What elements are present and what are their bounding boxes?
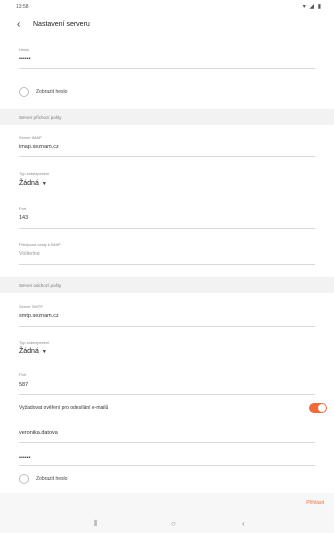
home-icon[interactable]: ○ (171, 519, 176, 528)
outgoing-section-header: Server odchozí pošty (0, 277, 334, 293)
outgoing-security-label: Typ zabezpečení (19, 340, 50, 345)
navigation-bar: ⦀ ○ ‹ (0, 517, 334, 533)
page-title: Nastavení serveru (33, 21, 90, 28)
smtp-auth-label: Vyžadovat ověření pro odesílání e-mailů (19, 405, 109, 411)
smtp-server-field[interactable]: smtp.seznam.cz (19, 313, 59, 319)
password-label: Heslo (19, 47, 30, 52)
checkbox-circle-icon (19, 87, 29, 97)
status-bar: 13:58 ▾ ◢ ▮ (0, 0, 334, 12)
divider (19, 394, 315, 395)
recent-apps-icon[interactable]: ⦀ (94, 519, 98, 529)
incoming-port-field[interactable]: 143 (19, 215, 28, 221)
dropdown-arrow-icon: ▼ (41, 349, 47, 355)
status-icons: ▾ ◢ ▮ (302, 4, 322, 10)
toggle-knob (318, 404, 326, 412)
smtp-server-label: Server SMTP (19, 304, 44, 309)
imap-prefix-field[interactable]: Volitelné (19, 251, 40, 257)
divider (19, 264, 315, 265)
incoming-security-dropdown[interactable]: Žádná ▼ (19, 180, 47, 187)
status-time: 13:58 (16, 4, 29, 10)
divider (19, 228, 315, 229)
imap-server-field[interactable]: imap.seznam.cz (19, 144, 59, 150)
incoming-security-value: Žádná (19, 180, 39, 187)
incoming-security-label: Typ zabezpečení (19, 171, 50, 176)
outgoing-port-field[interactable]: 587 (19, 382, 28, 388)
app-bar: ‹ Nastavení serveru (0, 12, 334, 38)
smtp-auth-toggle[interactable] (309, 403, 327, 413)
sign-in-button[interactable]: Přihlásit (306, 500, 324, 506)
password-field[interactable]: •••••• (19, 56, 31, 62)
smtp-auth-row: Vyžadovat ověření pro odesílání e-mailů (19, 400, 329, 414)
smtp-password-field[interactable]: •••••• (19, 455, 31, 461)
divider (19, 326, 315, 327)
incoming-section-header: Server příchozí pošty (0, 109, 334, 125)
back-arrow-icon[interactable]: ‹ (17, 19, 20, 30)
outgoing-security-dropdown[interactable]: Žádná ▼ (19, 348, 47, 355)
divider (19, 68, 315, 69)
show-smtp-password-label: Zobrazit heslo (36, 476, 68, 482)
outgoing-port-label: Port (19, 372, 27, 377)
show-password-label: Zobrazit heslo (36, 89, 68, 95)
outgoing-security-value: Žádná (19, 348, 39, 355)
incoming-section-title: Server příchozí pošty (19, 115, 62, 120)
incoming-port-label: Port (19, 206, 27, 211)
smtp-username-field[interactable]: veronika.datova (19, 430, 58, 436)
outgoing-section-title: Server odchozí pošty (19, 283, 62, 288)
divider (19, 442, 315, 443)
imap-server-label: Server IMAP (19, 135, 42, 140)
divider (19, 156, 315, 157)
imap-prefix-label: Předpona cesty k IMAP (19, 242, 61, 247)
checkbox-circle-icon (19, 474, 29, 484)
divider (19, 465, 315, 466)
dropdown-arrow-icon: ▼ (41, 181, 47, 187)
back-icon[interactable]: ‹ (242, 519, 245, 528)
